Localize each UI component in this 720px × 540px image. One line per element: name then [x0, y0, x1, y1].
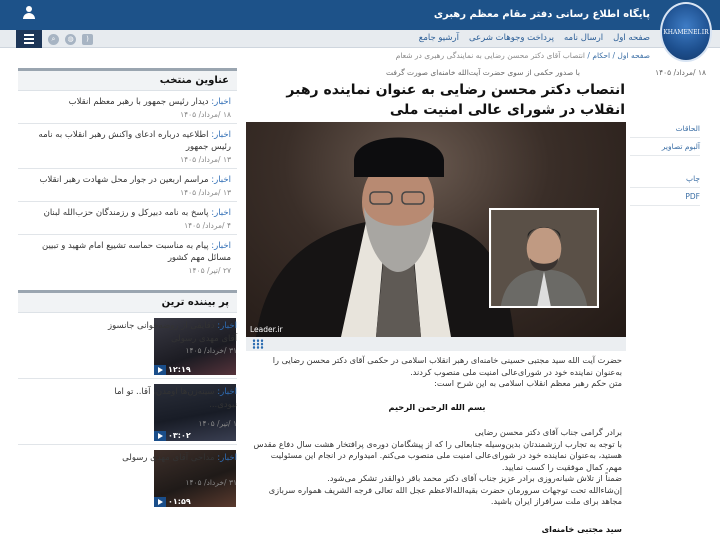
- item-tag: اخبار:: [211, 97, 231, 107]
- nav-bar: صفحه اول ارسال نامه پرداخت وجوهات شرعی آ…: [0, 30, 720, 48]
- video-duration: ۰۳:۰۲: [168, 431, 191, 440]
- article-paragraph: ضمناً از تلاش شبانه‌روزی برادر عزیز جناب…: [327, 473, 622, 483]
- item-tag: اخبار:: [217, 453, 237, 463]
- globe-icon[interactable]: ◍: [65, 33, 76, 45]
- video-item[interactable]: ۰۳:۰۲ اخبار: سینه‌زن‌ها اومدن، آقا.. تو …: [18, 379, 237, 445]
- item-tag: اخبار:: [211, 175, 231, 185]
- video-duration: ۰۱:۵۹: [168, 497, 191, 506]
- most-viewed-heading: پر بیننده ترین: [18, 290, 237, 313]
- item-date: ۲۷ /تیر/ ۱۴۰۵: [188, 266, 232, 275]
- item-title[interactable]: اطلاعیه درباره ادعای واکنش رهبر انقلاب ب…: [39, 130, 231, 152]
- article-body: حضرت آیت الله سید مجتبی حسینی خامنه‌ای ر…: [252, 355, 622, 535]
- logo-text: KHAMENEI.IR: [663, 28, 709, 36]
- play-icon[interactable]: [154, 365, 166, 375]
- nav-icons: ⌕ ◍ ): [16, 30, 93, 48]
- breadcrumb: صفحه اول / احکام / انتصاب آقای دکتر محسن…: [395, 51, 650, 60]
- list-item[interactable]: اخبار: مراسم اربعین در جوار محل شهادت ره…: [18, 169, 237, 202]
- selected-titles-heading: عناوین منتخب: [18, 68, 237, 91]
- nav-home[interactable]: صفحه اول: [613, 33, 650, 43]
- article-intro-2: متن حکم رهبر معظم انقلاب اسلامی به این ش…: [434, 378, 622, 388]
- photo-album-link[interactable]: آلبوم تصاویر: [630, 138, 700, 156]
- item-date: ۳۱ /خرداد/ ۱۴۰۵: [185, 478, 237, 487]
- item-date: ۱۳ /مرداد/ ۱۴۰۵: [180, 188, 231, 197]
- pdf-link[interactable]: PDF: [630, 188, 700, 206]
- selected-titles-box: عناوین منتخب اخبار: دیدار رئیس جمهور با …: [18, 68, 237, 279]
- item-date: ۱۸ /مرداد/ ۱۴۰۵: [180, 110, 231, 119]
- article-paragraph: إن‌شاءالله تحت توجهات سرورمان حضرت بقیه‌…: [268, 484, 622, 507]
- item-tag: اخبار:: [211, 208, 231, 218]
- nav-archive[interactable]: آرشیو جامع: [419, 33, 459, 43]
- tools-spacer: [630, 156, 700, 170]
- article-paragraph: با توجه به تجارب ارزشمندتان بدین‌وسیله ج…: [253, 438, 622, 472]
- nav-send-letter[interactable]: ارسال نامه: [564, 33, 603, 43]
- inset-portrait: [489, 208, 599, 308]
- item-title[interactable]: دیدار رئیس جمهور با رهبر معظم انقلاب: [69, 97, 209, 107]
- item-tag: اخبار:: [211, 130, 231, 140]
- list-item[interactable]: اخبار: پیام به مناسبت حماسه تشییع امام ش…: [18, 235, 237, 279]
- article-paragraph: برادر گرامی جناب آقای دکتر محسن رضایی: [474, 427, 622, 437]
- item-title[interactable]: مراسم اربعین در جوار محل شهادت رهبر انقل…: [39, 175, 208, 185]
- breadcrumb-home[interactable]: صفحه اول: [617, 51, 650, 60]
- nav-payment[interactable]: پرداخت وجوهات شرعی: [469, 33, 554, 43]
- nav-links: صفحه اول ارسال نامه پرداخت وجوهات شرعی آ…: [419, 33, 650, 43]
- print-link[interactable]: چاپ: [630, 170, 700, 188]
- item-tag: اخبار:: [217, 387, 237, 397]
- item-date: ۱ /تیر/ ۱۴۰۵: [198, 419, 237, 428]
- item-title[interactable]: پاسخ به نامه دبیرکل و رزمندگان حزب‌الله …: [44, 208, 209, 218]
- attachments-link[interactable]: الحاقات: [630, 120, 700, 138]
- article-kicker: با صدور حکمی از سوی حضرت آیت‌الله خامنه‌…: [386, 68, 580, 77]
- user-icon[interactable]: [22, 6, 36, 22]
- item-tag: اخبار:: [217, 321, 237, 331]
- article-tools: الحاقات آلبوم تصاویر چاپ PDF: [630, 120, 700, 206]
- video-duration: ۱۲:۱۹: [168, 365, 191, 374]
- item-date: ۴ /مرداد/ ۱۴۰۵: [184, 221, 231, 230]
- rss-icon[interactable]: ): [82, 33, 93, 45]
- article-signature: سید مجتبی خامنه‌ای: [541, 523, 622, 534]
- breadcrumb-current: انتصاب آقای دکتر محسن رضایی به نمایندگی …: [395, 51, 586, 60]
- item-date: ۳۱ /خرداد/ ۱۴۰۵: [185, 346, 237, 355]
- video-item[interactable]: ۱۲:۱۹ اخبار: دقایقی از روضه‌خوانی جانسوز…: [18, 313, 237, 379]
- search-icon[interactable]: ⌕: [48, 33, 59, 45]
- item-title[interactable]: پیام به مناسبت حماسه تشییع امام شهید و ت…: [42, 241, 231, 263]
- most-viewed-box: پر بیننده ترین ۱۲:۱۹ اخبار: دقایقی از رو…: [18, 290, 237, 511]
- gallery-bar: [246, 337, 626, 351]
- item-tag: اخبار:: [211, 241, 231, 251]
- site-title[interactable]: پایگاه اطلاع رسانی دفتر مقام معظم رهبری: [434, 9, 650, 20]
- image-watermark: Leader.ir: [250, 325, 283, 334]
- menu-icon[interactable]: [16, 30, 42, 48]
- list-item[interactable]: اخبار: پاسخ به نامه دبیرکل و رزمندگان حز…: [18, 202, 237, 235]
- play-icon[interactable]: [154, 497, 166, 507]
- bismillah: بسم الله الرحمن الرحیم: [388, 401, 486, 412]
- article-date: ۱۸ /مرداد/ ۱۴۰۵: [655, 68, 706, 77]
- item-title[interactable]: مداحی آقای مهدی رسولی: [122, 453, 214, 463]
- breadcrumb-section[interactable]: احکام: [592, 51, 610, 60]
- article-image[interactable]: Leader.ir: [246, 122, 626, 337]
- gallery-grid-icon[interactable]: [252, 339, 264, 349]
- play-icon[interactable]: [154, 431, 166, 441]
- article-headline: انتصاب دکتر محسن رضایی به عنوان نماینده …: [286, 82, 625, 118]
- article-intro: حضرت آیت الله سید مجتبی حسینی خامنه‌ای ر…: [272, 355, 622, 377]
- site-header: پایگاه اطلاع رسانی دفتر مقام معظم رهبری: [0, 0, 720, 30]
- site-logo[interactable]: KHAMENEI.IR: [660, 2, 712, 62]
- list-item[interactable]: اخبار: دیدار رئیس جمهور با رهبر معظم انق…: [18, 91, 237, 124]
- list-item[interactable]: اخبار: اطلاعیه درباره ادعای واکنش رهبر ا…: [18, 124, 237, 169]
- video-item[interactable]: ۰۱:۵۹ اخبار: مداحی آقای مهدی رسولی ۳۱ /خ…: [18, 445, 237, 511]
- item-date: ۱۳ /مرداد/ ۱۴۰۵: [180, 155, 231, 164]
